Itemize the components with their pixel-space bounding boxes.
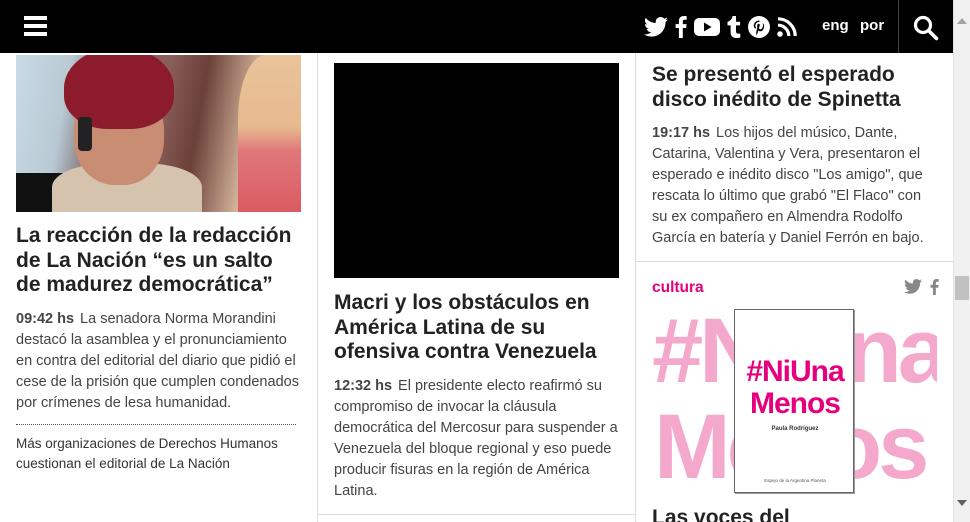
pinterest-icon[interactable]: [748, 14, 770, 40]
search-button[interactable]: [898, 0, 953, 53]
article-headline[interactable]: La reacción de la redacción de La Nación…: [16, 224, 301, 298]
social-links: [644, 13, 804, 41]
book-cover: #NiUna Menos Paula Rodríguez Espejo de l…: [734, 309, 854, 493]
scroll-up-arrow-icon[interactable]: [957, 18, 967, 24]
news-article-column-2: Macri y los obstáculos en América Latina…: [334, 63, 619, 502]
top-navigation-bar: eng por: [0, 0, 953, 53]
news-article-column-1: La reacción de la redacción de La Nación…: [16, 55, 301, 474]
news-article-column-3: Se presentó el esperado disco inédito de…: [652, 63, 937, 249]
language-portuguese-link[interactable]: por: [860, 17, 884, 34]
row-divider: [318, 514, 636, 515]
related-article-link[interactable]: Más organizaciones de Derechos Humanos c…: [16, 434, 301, 474]
article-headline[interactable]: Las voces del: [652, 506, 790, 522]
video-player[interactable]: [334, 63, 619, 278]
book-author: Paula Rodríguez: [771, 426, 819, 432]
share-twitter-icon[interactable]: [904, 279, 922, 299]
vertical-scrollbar[interactable]: [953, 0, 970, 522]
twitter-icon[interactable]: [644, 14, 668, 40]
cultura-promo-image[interactable]: #NiUna Menos #NiUna Menos Paula Rodrígue…: [652, 307, 937, 495]
article-time: 09:42 hs: [16, 310, 75, 327]
article-summary: 09:42 hs La senadora Norma Morandini dest…: [16, 309, 301, 414]
youtube-icon[interactable]: [694, 14, 720, 40]
tumblr-icon[interactable]: [727, 14, 741, 40]
article-summary-text: Los hijos del músico, Dante, Catarina, V…: [652, 125, 924, 246]
article-photo[interactable]: [16, 55, 301, 212]
article-headline[interactable]: Se presentó el esperado disco inédito de…: [652, 63, 937, 112]
article-time: 19:17 hs: [652, 125, 711, 141]
search-icon: [913, 15, 939, 41]
scroll-down-arrow-icon[interactable]: [957, 500, 967, 506]
facebook-icon[interactable]: [675, 14, 687, 40]
book-title: #NiUna Menos: [746, 355, 844, 420]
article-headline[interactable]: Macri y los obstáculos en América Latina…: [334, 291, 619, 365]
scrollbar-thumb[interactable]: [955, 276, 969, 300]
article-summary: 12:32 hs El presidente electo reafirmó su…: [334, 376, 619, 502]
share-facebook-icon[interactable]: [930, 279, 939, 300]
rss-icon[interactable]: [777, 14, 797, 40]
article-summary: 19:17 hs Los hijos del músico, Dante, Cat…: [652, 123, 937, 249]
article-time: 12:32 hs: [334, 377, 393, 394]
article-summary-text: El presidente electo reafirmó su comprom…: [334, 377, 618, 499]
book-publisher: Espejo de la Argentina Planeta: [764, 478, 826, 483]
hamburger-menu-icon[interactable]: [14, 14, 47, 40]
language-english-link[interactable]: eng: [822, 17, 849, 34]
section-label-cultura[interactable]: cultura: [652, 279, 704, 297]
dotted-divider: [16, 423, 296, 425]
column-divider: [317, 53, 318, 522]
column-divider: [635, 53, 636, 522]
row-divider: [636, 261, 953, 262]
